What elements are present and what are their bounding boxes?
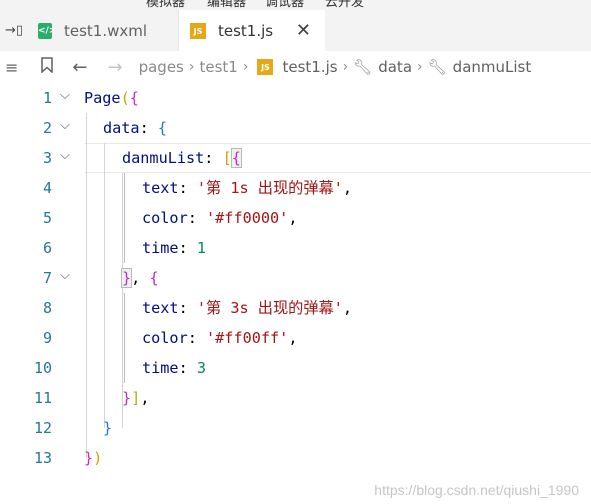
code-token: danmuList [122, 149, 205, 167]
line-number: 1 [42, 89, 52, 107]
tab-test1-wxml[interactable]: </> test1.wxml [28, 10, 179, 51]
code-token: color [142, 329, 188, 347]
tab-label: test1.wxml [64, 21, 148, 40]
code-line: 12 } [0, 413, 591, 443]
top-menu-strip: 模拟器 编辑器 调试器 云开发 [0, 0, 591, 10]
code-string: '#ff00ff' [206, 329, 289, 347]
tab-label: test1.js [218, 21, 274, 40]
code-line: 13 }) [0, 443, 591, 473]
code-string: '第 1s 出现的弹幕' [196, 179, 343, 197]
js-file-icon: JS [257, 59, 274, 75]
breadcrumb-item-pages[interactable]: pages [139, 58, 184, 76]
line-number: 12 [33, 419, 52, 437]
line-number: 11 [33, 389, 52, 407]
breadcrumb-item-file[interactable]: test1.js [282, 58, 337, 76]
line-number: 8 [42, 299, 52, 317]
code-token: Page [84, 89, 121, 107]
back-arrow-icon[interactable]: ← [72, 57, 87, 78]
chevron-right-icon: › [242, 59, 249, 75]
chevron-right-icon: › [188, 59, 195, 75]
code-number: 3 [196, 359, 207, 377]
breadcrumb-item-data[interactable]: data [378, 58, 412, 76]
js-file-icon: JS [190, 22, 206, 39]
code-line: 4 text: '第 1s 出现的弹幕', [0, 173, 591, 203]
code-line: 3 ⌵ danmuList: [{ [0, 143, 591, 173]
code-editor[interactable]: 1 ⌵ Page({ 2 ⌵ data: { 3 ⌵ danmuList: [{… [0, 83, 591, 504]
wrench-icon: 🔧︎ [427, 58, 447, 76]
line-number: 7 [42, 269, 52, 287]
tab-scroll-left[interactable]: →▯ [0, 10, 28, 51]
tab-test1-js[interactable]: JS test1.js ✕ [179, 10, 325, 51]
line-number: 5 [42, 209, 52, 227]
code-line: 9 color: '#ff00ff', [0, 323, 591, 353]
line-number: 4 [42, 179, 52, 197]
chevron-right-icon: › [342, 59, 349, 75]
wxml-file-icon: </> [38, 22, 56, 39]
line-number: 13 [33, 449, 52, 467]
menu-item-cloud[interactable]: 云开发 [325, 0, 364, 10]
code-token: text [142, 179, 179, 197]
code-line: 6 time: 1 [0, 233, 591, 263]
code-number: 1 [196, 239, 207, 257]
menu-item-editor[interactable]: 编辑器 [207, 0, 246, 10]
code-line: 2 ⌵ data: { [0, 113, 591, 143]
forward-arrow-icon[interactable]: → [108, 57, 123, 78]
watermark: https://blog.csdn.net/qiushi_1990 [374, 482, 579, 498]
list-icon[interactable]: ≡ [5, 58, 18, 77]
code-token: time [142, 239, 179, 257]
code-line: 5 color: '#ff0000', [0, 203, 591, 233]
editor-tab-bar: →▯ </> test1.wxml JS test1.js ✕ [0, 10, 591, 51]
close-icon[interactable]: ✕ [296, 21, 311, 40]
code-line: 10 time: 3 [0, 353, 591, 383]
code-token: color [142, 209, 188, 227]
wrench-icon: 🔧︎ [353, 58, 373, 76]
breadcrumb: ≡ ← → pages › test1 › JS test1.js › 🔧︎ d… [0, 51, 591, 83]
code-line: 8 text: '第 3s 出现的弹幕', [0, 293, 591, 323]
chevron-down-icon[interactable]: ⌵ [60, 86, 70, 106]
bookmark-icon[interactable] [40, 57, 54, 77]
code-token: data [103, 119, 140, 137]
code-line: 7 ⌵ }, { [0, 263, 591, 293]
code-line: 1 ⌵ Page({ [0, 83, 591, 113]
collapse-arrow-icon: →▯ [4, 23, 24, 38]
chevron-down-icon[interactable]: ⌵ [60, 146, 70, 166]
menu-item-simulator[interactable]: 模拟器 [146, 0, 185, 10]
menu-item-debugger[interactable]: 调试器 [265, 0, 304, 10]
line-number: 2 [42, 119, 52, 137]
code-token: text [142, 299, 179, 317]
code-string: '第 3s 出现的弹幕' [196, 299, 343, 317]
chevron-down-icon[interactable]: ⌵ [60, 266, 70, 286]
line-number: 9 [42, 329, 52, 347]
line-number: 10 [33, 359, 52, 377]
code-line: 11 }], [0, 383, 591, 413]
code-token: time [142, 359, 179, 377]
breadcrumb-item-danmulist[interactable]: danmuList [453, 58, 532, 76]
chevron-right-icon: › [417, 59, 423, 75]
line-number: 3 [42, 149, 52, 167]
breadcrumb-item-test1[interactable]: test1 [199, 58, 237, 76]
line-number: 6 [42, 239, 52, 257]
chevron-down-icon[interactable]: ⌵ [60, 116, 70, 136]
code-string: '#ff0000' [206, 209, 289, 227]
